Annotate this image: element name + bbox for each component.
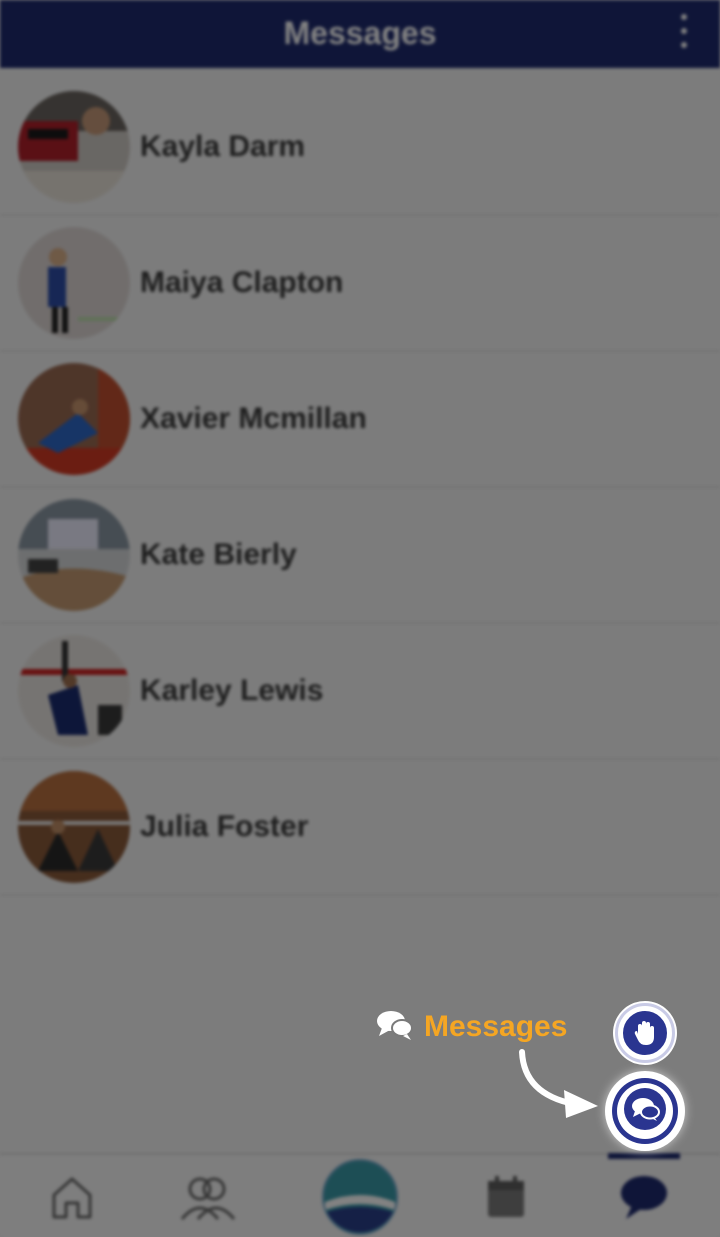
- tooltip-label: Messages: [424, 1010, 568, 1043]
- coach-overlay[interactable]: [0, 0, 720, 1237]
- curved-arrow-icon: [514, 1048, 604, 1125]
- messages-fab-button[interactable]: [605, 1071, 685, 1151]
- hand-action-button[interactable]: [615, 1003, 675, 1063]
- hand-icon: [621, 1009, 669, 1057]
- chat-bubbles-icon: [623, 1087, 667, 1136]
- chat-bubbles-icon: [376, 1008, 414, 1047]
- messages-tooltip: Messages: [376, 1005, 567, 1049]
